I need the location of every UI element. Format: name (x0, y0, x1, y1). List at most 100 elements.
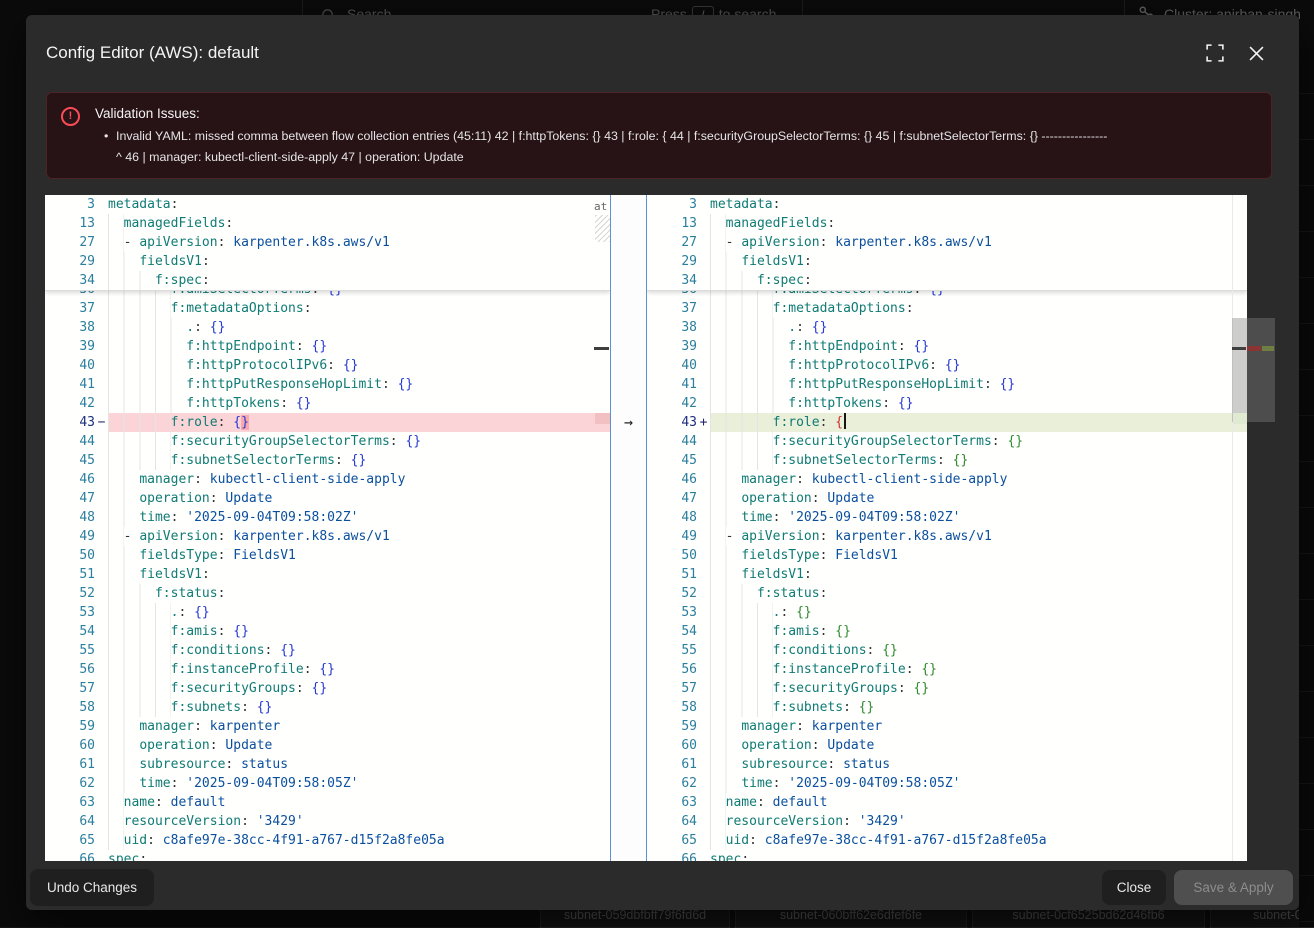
code-line: 41 f:httpPutResponseHopLimit: {} (647, 375, 1247, 394)
code-line: 54 f:amis: {} (45, 622, 610, 641)
modal-title: Config Editor (AWS): default (46, 43, 259, 63)
code-line: 40 f:httpProtocolIPv6: {} (45, 356, 610, 375)
code-line: 58 f:subnets: {} (647, 698, 1247, 717)
code-line: 36 f:amiSelectorTerms: {} (45, 290, 610, 299)
clipped-code-line: 36 f:amiSelectorTerms: {} (647, 290, 1247, 299)
code-line: 66spec: (45, 850, 610, 861)
code-line: 38 .: {} (45, 318, 610, 337)
code-line: 38 .: {} (647, 318, 1247, 337)
code-line: 66spec: (647, 850, 1247, 861)
code-line: 65 uid: c8afe97e-38cc-4f91-a767-d15f2a8f… (647, 831, 1247, 850)
code-line: 46 manager: kubectl-client-side-apply (647, 470, 1247, 489)
fullscreen-icon (1206, 44, 1224, 62)
config-editor-modal: Config Editor (AWS): default ! Validatio… (26, 15, 1299, 910)
clipped-code-line: 36 f:amiSelectorTerms: {} (45, 290, 610, 299)
code-line: 65 uid: c8afe97e-38cc-4f91-a767-d15f2a8f… (45, 831, 610, 850)
code-line: 64 resourceVersion: '3429' (647, 812, 1247, 831)
diff-original-pane[interactable]: 3metadata:13 managedFields:27 - apiVersi… (45, 195, 610, 861)
code-line: 51 fieldsV1: (647, 565, 1247, 584)
save-apply-button[interactable]: Save & Apply (1174, 870, 1293, 905)
code-line: 13 managedFields: (45, 214, 610, 233)
close-icon (1249, 46, 1264, 61)
diff-gutter: → (610, 195, 647, 861)
code-line: 50 fieldsType: FieldsV1 (45, 546, 610, 565)
validation-message-line2: ^ 46 | manager: kubectl-client-side-appl… (116, 150, 464, 164)
code-line: 53 .: {} (45, 603, 610, 622)
code-line: 59 manager: karpenter (45, 717, 610, 736)
code-line: 48 time: '2025-09-04T09:58:02Z' (45, 508, 610, 527)
code-line: 50 fieldsType: FieldsV1 (647, 546, 1247, 565)
code-line: 3metadata: (647, 195, 1247, 214)
code-line: 43− f:role: {} (45, 413, 610, 432)
code-line: 13 managedFields: (647, 214, 1247, 233)
code-line: 39 f:httpEndpoint: {} (45, 337, 610, 356)
diff-modified-pane[interactable]: 3metadata:13 managedFields:27 - apiVersi… (647, 195, 1247, 861)
code-line: 42 f:httpTokens: {} (45, 394, 610, 413)
code-line: 55 f:conditions: {} (45, 641, 610, 660)
code-line: 62 time: '2025-09-04T09:58:05Z' (647, 774, 1247, 793)
revert-change-arrow[interactable]: → (611, 413, 646, 432)
close-modal-button[interactable] (1242, 39, 1270, 67)
code-line: 58 f:subnets: {} (45, 698, 610, 717)
validation-message-line1: Invalid YAML: missed comma between flow … (116, 129, 1107, 143)
code-line: 42 f:httpTokens: {} (647, 394, 1247, 413)
code-line: 57 f:securityGroups: {} (45, 679, 610, 698)
original-code: 36 f:amiSelectorTerms: {}37 f:metadataOp… (45, 290, 610, 861)
code-line: 36 f:amiSelectorTerms: {} (647, 290, 1247, 299)
code-line: 61 subresource: status (647, 755, 1247, 774)
code-line: 56 f:instanceProfile: {} (45, 660, 610, 679)
code-line: 43+ f:role: { (647, 413, 1247, 432)
undo-changes-button[interactable]: Undo Changes (30, 869, 154, 906)
scrollbar-slider[interactable] (1232, 318, 1275, 422)
screen: { "colors": { "accent_red": "#fa4d56", "… (0, 0, 1314, 927)
code-line: 27 - apiVersion: karpenter.k8s.aws/v1 (647, 233, 1247, 252)
fullscreen-button[interactable] (1201, 39, 1229, 67)
code-line: 59 manager: karpenter (647, 717, 1247, 736)
code-line: 60 operation: Update (45, 736, 610, 755)
code-line: 44 f:securityGroupSelectorTerms: {} (45, 432, 610, 451)
code-line: 41 f:httpPutResponseHopLimit: {} (45, 375, 610, 394)
code-line: 60 operation: Update (647, 736, 1247, 755)
code-line: 3metadata: (45, 195, 610, 214)
code-line: 51 fieldsV1: (45, 565, 610, 584)
code-line: 53 .: {} (647, 603, 1247, 622)
code-line: 56 f:instanceProfile: {} (647, 660, 1247, 679)
code-line: 29 fieldsV1: (647, 252, 1247, 271)
code-line: 55 f:conditions: {} (647, 641, 1247, 660)
sticky-scroll-header: 3metadata:13 managedFields:27 - apiVersi… (45, 195, 610, 291)
code-line: 29 fieldsV1: (45, 252, 610, 271)
validation-title: Validation Issues: (95, 106, 200, 121)
code-line: 54 f:amis: {} (647, 622, 1247, 641)
code-line: 37 f:metadataOptions: (647, 299, 1247, 318)
code-line: 45 f:subnetSelectorTerms: {} (45, 451, 610, 470)
code-line: 45 f:subnetSelectorTerms: {} (647, 451, 1247, 470)
warning-icon: ! (61, 107, 80, 126)
code-line: 40 f:httpProtocolIPv6: {} (647, 356, 1247, 375)
code-line: 63 name: default (45, 793, 610, 812)
sticky-scroll-header: 3metadata:13 managedFields:27 - apiVersi… (647, 195, 1247, 291)
code-line: 48 time: '2025-09-04T09:58:02Z' (647, 508, 1247, 527)
code-line: 27 - apiVersion: karpenter.k8s.aws/v1 (45, 233, 610, 252)
code-line: 39 f:httpEndpoint: {} (647, 337, 1247, 356)
code-line: 52 f:status: (45, 584, 610, 603)
code-line: 49 - apiVersion: karpenter.k8s.aws/v1 (45, 527, 610, 546)
code-line: 47 operation: Update (647, 489, 1247, 508)
yaml-diff-editor: 3metadata:13 managedFields:27 - apiVersi… (45, 195, 1247, 861)
modified-code: 36 f:amiSelectorTerms: {}37 f:metadataOp… (647, 290, 1247, 861)
code-line: 63 name: default (647, 793, 1247, 812)
code-line: 57 f:securityGroups: {} (647, 679, 1247, 698)
code-line: 37 f:metadataOptions: (45, 299, 610, 318)
code-line: 52 f:status: (647, 584, 1247, 603)
code-line: 46 manager: kubectl-client-side-apply (45, 470, 610, 489)
code-line: 47 operation: Update (45, 489, 610, 508)
code-line: 49 - apiVersion: karpenter.k8s.aws/v1 (647, 527, 1247, 546)
validation-bullet: • (104, 129, 108, 143)
code-line: 34 f:spec: (45, 271, 610, 290)
code-line: 62 time: '2025-09-04T09:58:05Z' (45, 774, 610, 793)
validation-issues-banner: ! Validation Issues: • Invalid YAML: mis… (46, 92, 1272, 179)
code-line: 64 resourceVersion: '3429' (45, 812, 610, 831)
close-button[interactable]: Close (1102, 870, 1166, 905)
code-line: 34 f:spec: (647, 271, 1247, 290)
code-line: 61 subresource: status (45, 755, 610, 774)
code-line: 44 f:securityGroupSelectorTerms: {} (647, 432, 1247, 451)
